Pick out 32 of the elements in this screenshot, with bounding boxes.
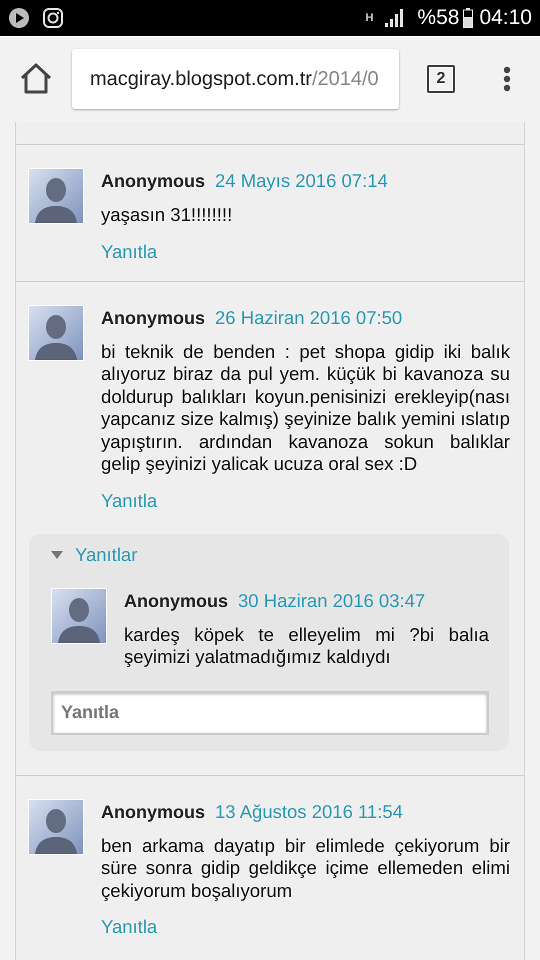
avatar-icon	[28, 304, 84, 360]
comment-date-link[interactable]: 30 Haziran 2016 03:47	[238, 590, 426, 612]
battery-percent: %58	[417, 6, 460, 30]
comment-date-link[interactable]: 26 Haziran 2016 07:50	[215, 306, 402, 328]
reply-input-field[interactable]: Yanıtla	[51, 690, 489, 734]
network-type: H	[365, 12, 374, 24]
signal-icon	[385, 9, 406, 27]
avatar-icon	[51, 588, 107, 644]
author-name: Anonymous	[124, 590, 228, 612]
address-bar[interactable]: macgiray.blogspot.com.tr/2014/0	[72, 49, 399, 109]
comment-date-link[interactable]: 13 Ağustos 2016 11:54	[215, 800, 403, 822]
expand-triangle-icon[interactable]	[51, 550, 63, 558]
replies-toggle-link[interactable]: Yanıtlar	[75, 544, 138, 566]
comment-text: bi teknik de benden : pet shopa gidip iki balık alıyoruz biraz da pul yem. küçük bi kavanoza su doldurup balıkları koyun.penisinizi erekleyip(nası yapcanız size kalmış) şeyinize balık yemini ıslatıp yapıştırın. ardından kavanoza sokun balıklar gelip şeyinizi yalicak ucuza oral sex :D	[101, 340, 510, 476]
comment-text: kardeş köpek te elleyelim mi ?bi balıa şeyimizi yalatmadığımız kaldıydı	[124, 624, 489, 668]
comment-text: yaşasın 31!!!!!!!!	[101, 204, 234, 226]
tab-count-button[interactable]: 2	[427, 65, 455, 93]
reply-link[interactable]: Yanıtla	[101, 240, 158, 262]
reply-link[interactable]: Yanıtla	[101, 490, 158, 512]
author-name: Anonymous	[101, 802, 206, 822]
battery-icon	[463, 8, 474, 28]
author-name: Anonymous	[101, 308, 206, 328]
play-icon	[8, 7, 30, 29]
camera-icon	[42, 7, 64, 29]
clock-time: 04:10	[479, 6, 532, 30]
avatar-icon	[28, 168, 84, 224]
avatar-icon	[28, 798, 84, 854]
reply-link[interactable]: Yanıtla	[101, 916, 158, 938]
menu-icon[interactable]	[503, 66, 511, 92]
comment-text: ben arkama dayatıp bir elimlede çekiyorum bir süre sonra gidip geldikçe içime ellemeden elimi çekiyorum boşalıyorum	[101, 834, 510, 902]
comment-date-link[interactable]: 24 Mayıs 2016 07:14	[215, 170, 388, 192]
author-name: Anonymous	[101, 171, 206, 192]
